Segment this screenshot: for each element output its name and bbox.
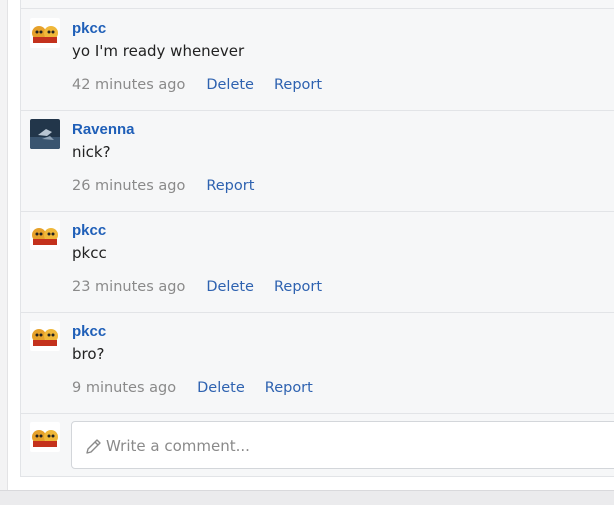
comment-input-placeholder: Write a comment...	[106, 437, 250, 455]
comment-text: bro?	[72, 345, 105, 363]
comment-item: pkcc yo I'm ready whenever 42 minutes ag…	[21, 9, 614, 111]
avatar	[30, 422, 60, 452]
avatar[interactable]	[30, 119, 60, 149]
comment-item: Ravenna nick? 26 minutes ago Report	[21, 110, 614, 212]
comment-text: nick?	[72, 143, 111, 161]
report-link[interactable]: Report	[274, 279, 322, 295]
page-left-edge	[0, 0, 8, 504]
comment-actions: 42 minutes ago Delete Report	[72, 77, 322, 93]
report-link[interactable]: Report	[206, 178, 254, 194]
comment-item: pkcc pkcc 23 minutes ago Delete Report	[21, 211, 614, 313]
comment-composer: Write a comment...	[21, 413, 614, 476]
pencil-icon	[86, 439, 101, 454]
delete-link[interactable]: Delete	[206, 279, 254, 295]
comments-panel: pkcc yo I'm ready whenever 42 minutes ag…	[20, 0, 614, 477]
comment-item: pkcc bro? 9 minutes ago Delete Report	[21, 312, 614, 414]
avatar[interactable]	[30, 220, 60, 250]
comment-text: yo I'm ready whenever	[72, 42, 245, 60]
delete-link[interactable]: Delete	[206, 77, 254, 93]
comment-actions: 9 minutes ago Delete Report	[72, 380, 313, 396]
comment-timestamp: 26 minutes ago	[72, 178, 186, 194]
avatar[interactable]	[30, 18, 60, 48]
comment-actions: 26 minutes ago Report	[72, 178, 254, 194]
comment-author[interactable]: Ravenna	[72, 121, 135, 138]
comment-text: pkcc	[72, 244, 107, 262]
comment-input[interactable]: Write a comment...	[71, 421, 614, 469]
delete-link[interactable]: Delete	[197, 380, 245, 396]
comment-author[interactable]: pkcc	[72, 20, 106, 37]
comment-author[interactable]: pkcc	[72, 323, 106, 340]
report-link[interactable]: Report	[265, 380, 313, 396]
avatar[interactable]	[30, 321, 60, 351]
comment-actions: 23 minutes ago Delete Report	[72, 279, 322, 295]
comment-timestamp: 42 minutes ago	[72, 77, 186, 93]
comment-timestamp: 23 minutes ago	[72, 279, 186, 295]
bottom-scrollbar[interactable]	[0, 490, 614, 505]
comment-author[interactable]: pkcc	[72, 222, 106, 239]
report-link[interactable]: Report	[274, 77, 322, 93]
comment-timestamp: 9 minutes ago	[72, 380, 177, 396]
